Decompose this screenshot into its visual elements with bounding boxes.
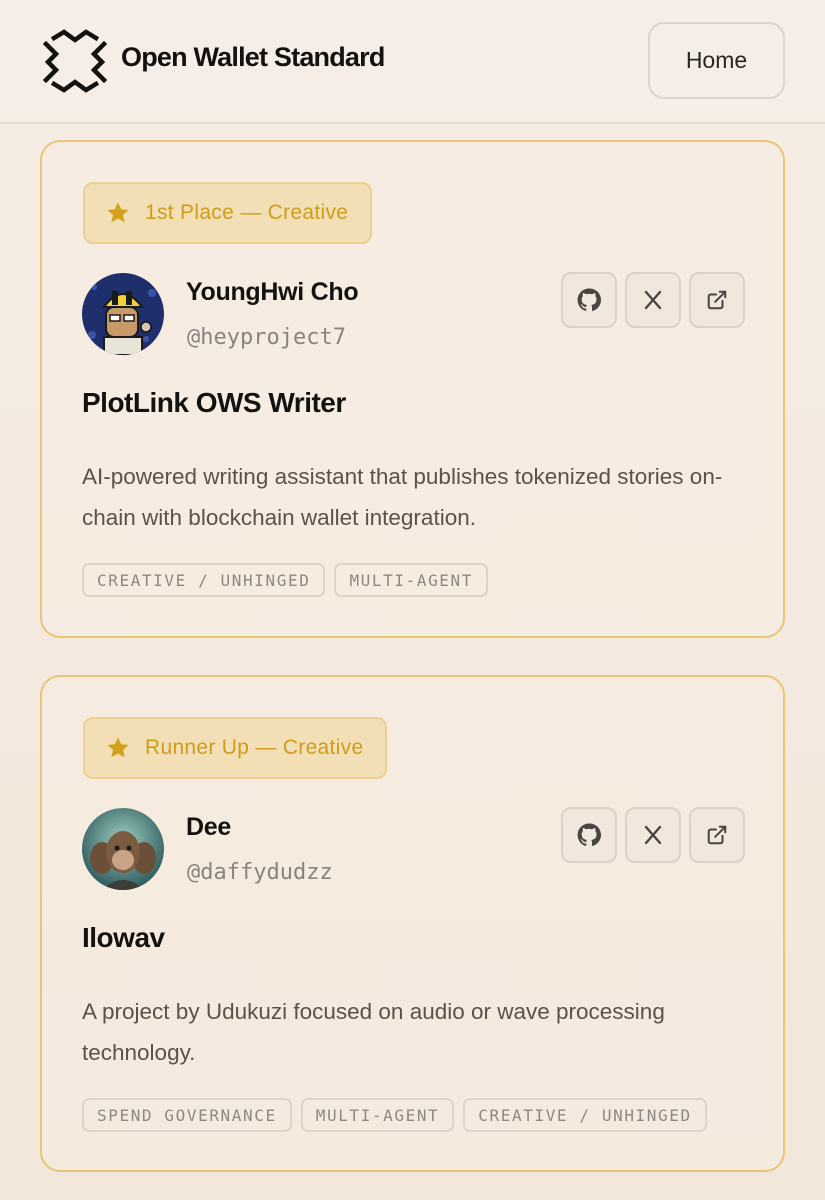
author-name: Dee	[186, 813, 231, 841]
tag: MULTI-AGENT	[300, 1098, 455, 1132]
badge-label: Runner Up — Creative	[145, 736, 364, 759]
external-link-button[interactable]	[689, 272, 745, 328]
project-description: A project by Udukuzi focused on audio or…	[82, 999, 665, 1065]
external-link-button[interactable]	[689, 807, 745, 863]
tag: SPEND GOVERNANCE	[82, 1098, 292, 1132]
avatar	[82, 273, 164, 355]
place-badge: 1st Place — Creative	[83, 182, 373, 244]
project-title[interactable]: Ilowav	[82, 922, 165, 954]
ows-logo-icon[interactable]	[40, 28, 110, 94]
github-icon	[577, 288, 601, 312]
avatar	[82, 808, 164, 890]
x-icon	[644, 825, 662, 845]
tag-list: SPEND GOVERNANCE MULTI-AGENT CREATIVE / …	[82, 1098, 707, 1132]
github-button[interactable]	[561, 272, 617, 328]
external-link-icon	[707, 825, 727, 845]
x-icon	[644, 290, 662, 310]
author-handle: @heyproject7	[187, 325, 346, 350]
home-button[interactable]: Home	[648, 22, 785, 99]
winner-card: 1st Place — Creative YoungHwi Cho @heypr…	[40, 140, 785, 638]
x-button[interactable]	[625, 272, 681, 328]
project-title[interactable]: PlotLink OWS Writer	[82, 387, 346, 419]
brand-name[interactable]: Open Wallet Standard	[121, 42, 385, 73]
star-icon	[107, 737, 129, 758]
top-nav: Open Wallet Standard Home	[0, 0, 825, 124]
project-description: AI-powered writing assistant that publis…	[82, 464, 723, 530]
x-button[interactable]	[625, 807, 681, 863]
tag: MULTI-AGENT	[334, 563, 488, 597]
tag: CREATIVE / UNHINGED	[463, 1098, 707, 1132]
star-icon	[107, 202, 129, 223]
github-button[interactable]	[561, 807, 617, 863]
github-icon	[577, 823, 601, 847]
tag: CREATIVE / UNHINGED	[82, 563, 326, 597]
external-link-icon	[707, 290, 727, 310]
winner-card: Runner Up — Creative Dee @daffydudzz Ilo…	[40, 675, 785, 1172]
place-badge: Runner Up — Creative	[83, 717, 388, 779]
badge-label: 1st Place — Creative	[145, 201, 349, 224]
author-name: YoungHwi Cho	[186, 278, 359, 306]
author-handle: @daffydudzz	[187, 860, 333, 885]
tag-list: CREATIVE / UNHINGED MULTI-AGENT	[82, 563, 488, 597]
